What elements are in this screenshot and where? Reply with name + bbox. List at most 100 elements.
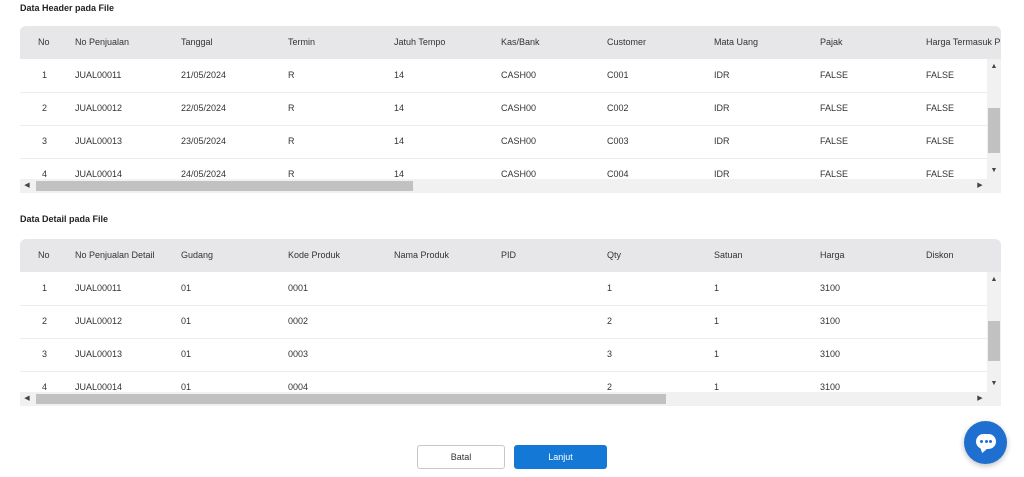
table-cell: CASH00: [501, 70, 537, 80]
table-cell: C002: [607, 103, 629, 113]
scrollbar-thumb[interactable]: [988, 108, 1000, 153]
table-cell: C004: [607, 169, 629, 179]
horizontal-scrollbar[interactable]: ◀ ▶: [20, 392, 1001, 406]
scroll-up-icon[interactable]: ▲: [987, 274, 1001, 286]
table-cell: 3100: [820, 283, 841, 293]
column-header: Harga: [820, 250, 845, 260]
horizontal-scrollbar[interactable]: ◀ ▶: [20, 179, 1001, 193]
table-cell: 1: [714, 382, 720, 392]
table-cell: 3100: [820, 349, 841, 359]
chat-button[interactable]: [964, 421, 1007, 464]
table-cell: FALSE: [820, 103, 849, 113]
table-cell: 1: [714, 349, 720, 359]
table-cell: 2: [607, 316, 613, 326]
table-cell: JUAL00014: [75, 382, 123, 392]
scroll-down-icon[interactable]: ▼: [987, 378, 1001, 390]
column-header: Gudang: [181, 250, 214, 260]
table-cell: R: [288, 169, 295, 179]
scrollbar-thumb[interactable]: [36, 394, 666, 404]
table-cell: 3: [42, 136, 48, 146]
table-cell: 22/05/2024: [181, 103, 227, 113]
table-cell: 4: [42, 169, 48, 179]
scroll-up-icon[interactable]: ▲: [987, 61, 1001, 73]
table-cell: JUAL00012: [75, 103, 123, 113]
table-cell: R: [288, 136, 295, 146]
table-cell: JUAL00012: [75, 316, 123, 326]
table-cell: FALSE: [926, 169, 955, 179]
table-row[interactable]: 2 JUAL00012 01 0002 2 1 3100: [20, 305, 987, 339]
column-header: Harga Termasuk P: [926, 37, 1001, 47]
table-cell: 4: [42, 382, 48, 392]
table-cell: 0002: [288, 316, 309, 326]
table-cell: 0001: [288, 283, 309, 293]
scroll-left-icon[interactable]: ◀: [20, 179, 34, 193]
table-cell: 1: [42, 70, 48, 80]
table-row[interactable]: 4 JUAL00014 24/05/2024 R 14 CASH00 C004 IDR FALS…: [20, 158, 987, 179]
table-cell: C003: [607, 136, 629, 146]
table-cell: FALSE: [820, 136, 849, 146]
vertical-scrollbar[interactable]: ▲ ▼: [987, 272, 1001, 392]
column-header: Mata Uang: [714, 37, 759, 47]
column-header: Customer: [607, 37, 647, 47]
column-header: Kas/Bank: [501, 37, 540, 47]
column-header: Qty: [607, 250, 622, 260]
table-cell: 01: [181, 316, 192, 326]
table-row[interactable]: 1 JUAL00011 01 0001 1 1 3100: [20, 272, 987, 306]
column-header: No: [38, 37, 50, 47]
table-cell: 24/05/2024: [181, 169, 227, 179]
table-cell: CASH00: [501, 169, 537, 179]
table-row[interactable]: 3 JUAL00013 23/05/2024 R 14 CASH00 C003 IDR FALS…: [20, 125, 987, 159]
table-cell: 0004: [288, 382, 309, 392]
table-cell: 21/05/2024: [181, 70, 227, 80]
column-header: No Penjualan: [75, 37, 130, 47]
scroll-down-icon[interactable]: ▼: [987, 165, 1001, 177]
table-cell: 14: [394, 103, 405, 113]
table-row[interactable]: 2 JUAL00012 22/05/2024 R 14 CASH00 C002 IDR FALS…: [20, 92, 987, 126]
table-cell: FALSE: [820, 169, 849, 179]
table-row[interactable]: 3 JUAL00013 01 0003 3 1 3100: [20, 338, 987, 372]
table-header-row: No No Penjualan Detail Gudang Kode Produk Na…: [20, 239, 1001, 272]
scrollbar-thumb[interactable]: [36, 181, 413, 191]
column-header: Termin: [288, 37, 316, 47]
table-cell: JUAL00013: [75, 349, 123, 359]
table-cell: FALSE: [820, 70, 849, 80]
column-header: Pajak: [820, 37, 843, 47]
table-cell: C001: [607, 70, 629, 80]
table-cell: IDR: [714, 169, 730, 179]
table-cell: JUAL00013: [75, 136, 123, 146]
table-row[interactable]: 1 JUAL00011 21/05/2024 R 14 CASH00 C001 IDR FALS…: [20, 59, 987, 93]
table-cell: 3100: [820, 382, 841, 392]
detail-section-title: Data Detail pada File: [20, 214, 109, 224]
table-cell: IDR: [714, 136, 730, 146]
scrollbar-thumb[interactable]: [988, 321, 1000, 361]
column-header: No: [38, 250, 50, 260]
table-cell: 01: [181, 283, 192, 293]
table-cell: 2: [42, 316, 48, 326]
table-cell: JUAL00011: [75, 70, 122, 80]
table-cell: 23/05/2024: [181, 136, 227, 146]
table-cell: JUAL00011: [75, 283, 122, 293]
scroll-right-icon[interactable]: ▶: [973, 179, 987, 193]
cancel-button[interactable]: Batal: [417, 445, 505, 469]
column-header: Tanggal: [181, 37, 213, 47]
header-data-table: No No Penjualan Tanggal Termin Jatuh Tempo Ka…: [20, 26, 1001, 193]
next-button[interactable]: Lanjut: [514, 445, 607, 469]
table-cell: CASH00: [501, 103, 537, 113]
scroll-left-icon[interactable]: ◀: [20, 392, 34, 406]
table-cell: 1: [714, 316, 720, 326]
vertical-scrollbar[interactable]: ▲ ▼: [987, 59, 1001, 179]
header-section-title: Data Header pada File: [20, 3, 115, 13]
table-cell: 0003: [288, 349, 309, 359]
table-cell: 14: [394, 70, 405, 80]
scroll-right-icon[interactable]: ▶: [973, 392, 987, 406]
table-row[interactable]: 4 JUAL00014 01 0004 2 1 3100: [20, 371, 987, 392]
table-cell: 2: [607, 382, 613, 392]
column-header: PID: [501, 250, 517, 260]
column-header: No Penjualan Detail: [75, 250, 155, 260]
table-cell: R: [288, 103, 295, 113]
table-body: 4 JUAL00014 24/05/2024 R 14 CASH00 C004 IDR FALS…: [20, 59, 1001, 179]
column-header: Diskon: [926, 250, 954, 260]
chat-icon: [976, 434, 996, 449]
table-cell: CASH00: [501, 136, 537, 146]
table-cell: 14: [394, 169, 405, 179]
